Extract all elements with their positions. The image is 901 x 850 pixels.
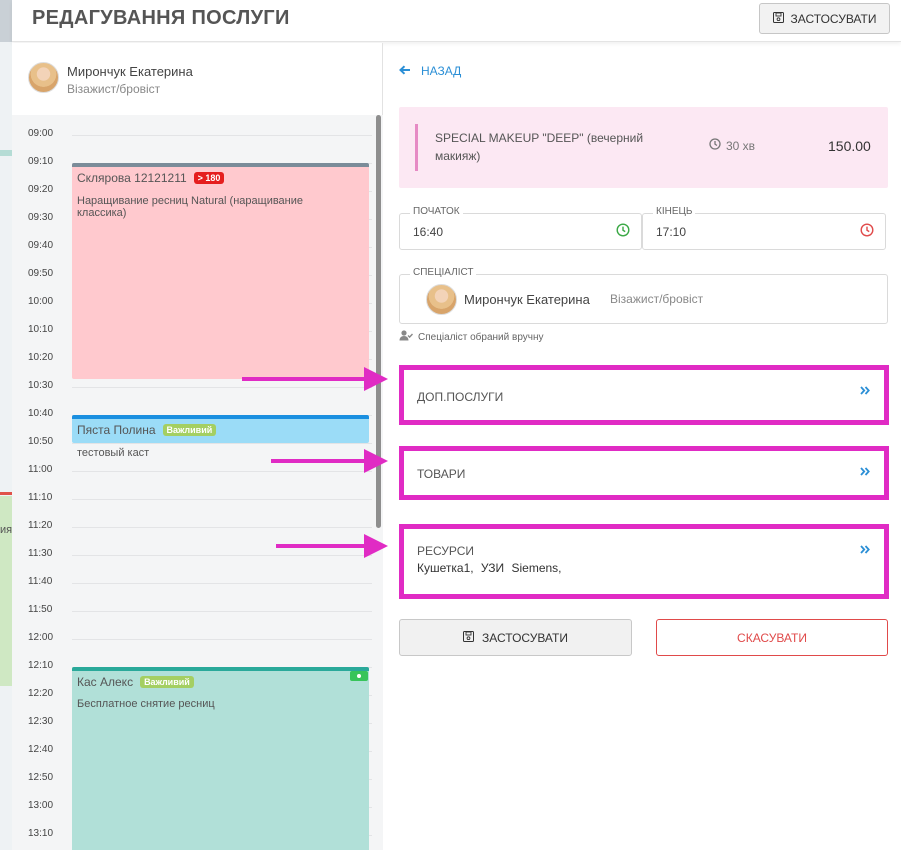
cancel-label: СКАСУВАТИ: [737, 630, 807, 645]
extra-services-title: ДОП.ПОСЛУГИ: [417, 390, 504, 404]
back-link[interactable]: НАЗАД: [399, 64, 461, 78]
time-gridline: [72, 387, 372, 388]
service-duration-value: 30 хв: [726, 138, 756, 153]
end-time-field[interactable]: КІНЕЦЬ 17:10: [642, 206, 886, 250]
time-gridline: [72, 443, 372, 444]
time-slot[interactable]: 11:20: [12, 520, 372, 555]
end-time-label: КІНЕЦЬ: [653, 206, 696, 217]
avatar: [28, 62, 59, 93]
time-slot[interactable]: 10:50: [12, 436, 372, 471]
user-check-icon: [399, 330, 414, 344]
background-header: [0, 0, 12, 42]
resources-section[interactable]: РЕСУРСИ Кушетка1, УЗИ Siemens,: [399, 524, 889, 599]
service-duration: 30 хв: [709, 138, 755, 153]
appointment-client-name: Кас Алекс: [77, 675, 134, 689]
avatar: [426, 284, 457, 315]
apply-label: ЗАСТОСУВАТИ: [482, 630, 568, 645]
clock-icon: [860, 223, 874, 242]
service-name: SPECIAL MAKEUP "DEEP" (вечерний макияж): [435, 131, 644, 163]
appointment-client: Склярова 12121211 > 180: [77, 171, 225, 185]
arrow-left-icon: [399, 64, 411, 78]
start-time-field[interactable]: ПОЧАТОК 16:40: [399, 206, 642, 250]
save-icon: [463, 630, 475, 645]
appointment-card[interactable]: Пяста Полина Важливий: [72, 415, 369, 443]
specialist-header: Мирончук Екатерина Візажист/бровіст: [12, 43, 383, 115]
time-gridline: [72, 499, 372, 500]
service-price: 150.00: [828, 138, 871, 154]
save-icon: [772, 11, 784, 26]
drawer-header: РЕДАГУВАННЯ ПОСЛУГИ ЗАСТОСУВАТИ: [12, 0, 901, 42]
schedule-panel: Мирончук Екатерина Візажист/бровіст 13:1…: [12, 43, 383, 850]
time-gridline: [72, 555, 372, 556]
time-slot[interactable]: 11:50: [12, 604, 372, 639]
time-gridline: [72, 527, 372, 528]
header-apply-button[interactable]: ЗАСТОСУВАТИ: [759, 3, 890, 34]
cancel-button[interactable]: СКАСУВАТИ: [656, 619, 888, 656]
specialist-field-role: Візажист/бровіст: [610, 292, 704, 306]
important-badge: Важливий: [140, 676, 194, 688]
appointment-client: Кас Алекс Важливий: [77, 675, 194, 689]
time-gridline: [72, 135, 372, 136]
time-gridline: [72, 639, 372, 640]
payment-icon: [350, 671, 368, 681]
double-chevron-right-icon[interactable]: [860, 382, 870, 400]
appointment-client: Пяста Полина Важливий: [77, 423, 217, 437]
background-page-strip: ия: [0, 0, 12, 850]
service-card[interactable]: SPECIAL MAKEUP "DEEP" (вечерний макияж) …: [399, 107, 888, 188]
appointment-client-name: Пяста Полина: [77, 423, 156, 437]
appointment-service: тестовый каст: [77, 447, 150, 459]
time-gridline: [72, 611, 372, 612]
start-time-value: 16:40: [413, 225, 444, 239]
resources-title: РЕСУРСИ: [417, 544, 475, 558]
apply-button[interactable]: ЗАСТОСУВАТИ: [399, 619, 632, 656]
specialist-role: Візажист/бровіст: [67, 82, 161, 96]
back-label: НАЗАД: [421, 64, 462, 78]
time-slot[interactable]: 11:10: [12, 492, 372, 527]
specialist-field[interactable]: СПЕЦІАЛІСТ Мирончук Екатерина Візажист/б…: [399, 267, 888, 324]
double-chevron-right-icon[interactable]: [860, 463, 870, 481]
goods-title: ТОВАРИ: [417, 467, 466, 481]
double-chevron-right-icon[interactable]: [860, 541, 870, 559]
background-event: [0, 150, 12, 156]
clock-icon: [616, 223, 630, 242]
important-badge: Важливий: [162, 424, 217, 436]
time-slot[interactable]: 11:30: [12, 548, 372, 583]
specialist-field-name: Мирончук Екатерина: [464, 292, 590, 307]
page-title: РЕДАГУВАННЯ ПОСЛУГИ: [32, 7, 290, 29]
appointment-client-name: Склярова 12121211: [77, 171, 187, 185]
background-now-line: [0, 492, 12, 495]
manual-selection-text: Спеціаліст обраний вручну: [418, 331, 544, 343]
service-color-bar: [415, 124, 418, 171]
appointment-service: Бесплатное снятие ресниц: [77, 698, 215, 710]
resources-items: Кушетка1, УЗИ Siemens,: [417, 561, 562, 575]
time-slot[interactable]: 11:40: [12, 576, 372, 611]
timeline-scrollbar[interactable]: [376, 115, 381, 528]
time-gridline: [72, 471, 372, 472]
clock-icon: [709, 138, 721, 153]
time-slot[interactable]: 09:00: [12, 128, 372, 163]
end-time-value: 17:10: [656, 225, 687, 239]
specialist-field-label: СПЕЦІАЛІСТ: [410, 267, 477, 278]
time-slot[interactable]: 11:00: [12, 464, 372, 499]
background-text: ия: [0, 524, 13, 536]
extra-services-section[interactable]: ДОП.ПОСЛУГИ: [399, 365, 889, 425]
time-slot[interactable]: 12:00: [12, 632, 372, 667]
appointment-card[interactable]: Склярова 12121211 > 180 Наращивание ресни…: [72, 163, 369, 379]
start-time-label: ПОЧАТОК: [410, 206, 463, 217]
specialist-name: Мирончук Екатерина: [67, 64, 193, 79]
appointment-card[interactable]: Кас Алекс Важливий Бесплатное снятие ресн…: [72, 667, 369, 850]
timeline[interactable]: 13:10 13:00 12:50 12:40 12:30 12:20 12:10 12:00…: [12, 115, 383, 850]
time-gridline: [72, 583, 372, 584]
time-slot[interactable]: 10:30: [12, 380, 372, 415]
header-apply-label: ЗАСТОСУВАТИ: [790, 11, 877, 26]
duration-badge: > 180: [193, 172, 225, 184]
goods-section[interactable]: ТОВАРИ: [399, 446, 889, 500]
appointment-service: Наращивание ресниц Natural (наращивание …: [77, 195, 304, 219]
time-label: 09:00: [28, 128, 54, 139]
manual-selection-note: Спеціаліст обраний вручну: [399, 330, 544, 344]
